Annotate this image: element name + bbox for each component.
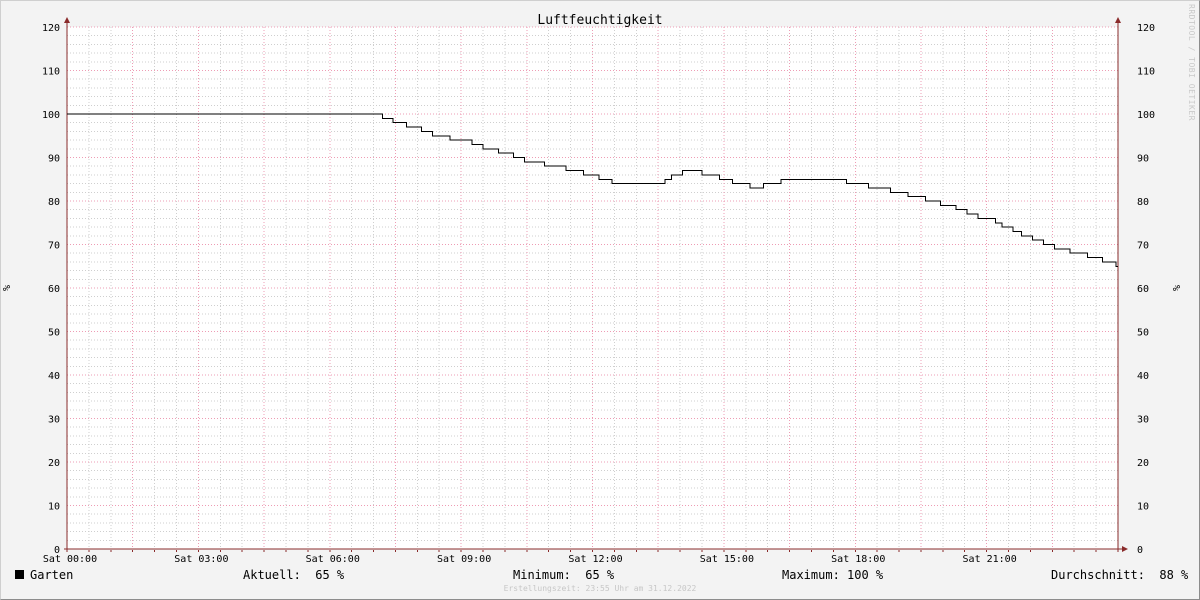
- y-tick-label-right: 100: [1137, 110, 1155, 121]
- y-tick-label-right: 90: [1137, 154, 1149, 165]
- y-tick-label-left: 80: [48, 197, 60, 208]
- y-tick-label-left: 40: [48, 371, 60, 382]
- x-tick-label: Sat 06:00: [306, 554, 360, 565]
- x-tick-label: Sat 21:00: [963, 554, 1017, 565]
- y-tick-label-right: 120: [1137, 23, 1155, 34]
- y-tick-label-right: 0: [1137, 545, 1143, 556]
- chart-title: Luftfeuchtigkeit: [537, 13, 662, 28]
- y-tick-label-right: 110: [1137, 67, 1155, 78]
- y-tick-label-left: 50: [48, 328, 60, 339]
- y-tick-label-right: 50: [1137, 328, 1149, 339]
- y-tick-label-left: 120: [42, 23, 60, 34]
- y-tick-label-right: 30: [1137, 415, 1149, 426]
- y-tick-label-left: 100: [42, 110, 60, 121]
- y-axis-label-left: %: [2, 285, 13, 291]
- y-tick-label-left: 60: [48, 284, 60, 295]
- y-tick-label-right: 10: [1137, 502, 1149, 513]
- y-axis-label-right: %: [1172, 285, 1183, 291]
- legend-swatch-garten: [15, 570, 24, 579]
- y-axis-arrow-right: [1115, 17, 1121, 23]
- y-axis-arrow-left: [64, 17, 70, 23]
- y-tick-labels-left: 0102030405060708090100110120: [42, 23, 60, 556]
- legend-average: Durchschnitt: 88 %: [1051, 568, 1189, 582]
- y-tick-label-right: 70: [1137, 241, 1149, 252]
- creation-timestamp: Erstellungszeit: 23:55 Uhr am 31.12.2022: [503, 584, 697, 593]
- x-tick-label: Sat 03:00: [174, 554, 228, 565]
- y-tick-label-right: 40: [1137, 371, 1149, 382]
- y-tick-label-left: 90: [48, 154, 60, 165]
- legend-series-label: Garten: [30, 568, 74, 582]
- y-tick-label-right: 60: [1137, 284, 1149, 295]
- y-tick-labels-right: 0 10 20 30 40 50 60 70 80 90 100 110 120: [1137, 23, 1155, 556]
- legend-minimum: Minimum: 65 %: [513, 568, 615, 582]
- legend-maximum: Maximum: 100 %: [782, 568, 884, 582]
- y-tick-label-left: 70: [48, 241, 60, 252]
- x-tick-labels: Sat 00:00 Sat 03:00 Sat 06:00 Sat 09:00 Sat …: [43, 554, 1017, 565]
- x-tick-label: Sat 12:00: [568, 554, 622, 565]
- x-axis-arrow: [1122, 546, 1128, 552]
- x-tick-label: Sat 09:00: [437, 554, 491, 565]
- y-tick-label-left: 10: [48, 502, 60, 513]
- x-tick-label: Sat 00:00: [43, 554, 97, 565]
- x-tick-label: Sat 18:00: [831, 554, 885, 565]
- y-tick-label-right: 80: [1137, 197, 1149, 208]
- x-tick-label: Sat 15:00: [700, 554, 754, 565]
- y-tick-label-left: 110: [42, 67, 60, 78]
- humidity-chart: 0 10 20 30 40 50 60 70 80 90 100 110 120 0 10 20 30 40 50…: [2, 13, 1183, 565]
- y-tick-label-left: 30: [48, 415, 60, 426]
- y-tick-label-right: 20: [1137, 458, 1149, 469]
- watermark: RRDTOOL / TOBI OETIKER: [1187, 4, 1196, 121]
- y-tick-label-left: 20: [48, 458, 60, 469]
- legend-current: Aktuell: 65 %: [243, 568, 345, 582]
